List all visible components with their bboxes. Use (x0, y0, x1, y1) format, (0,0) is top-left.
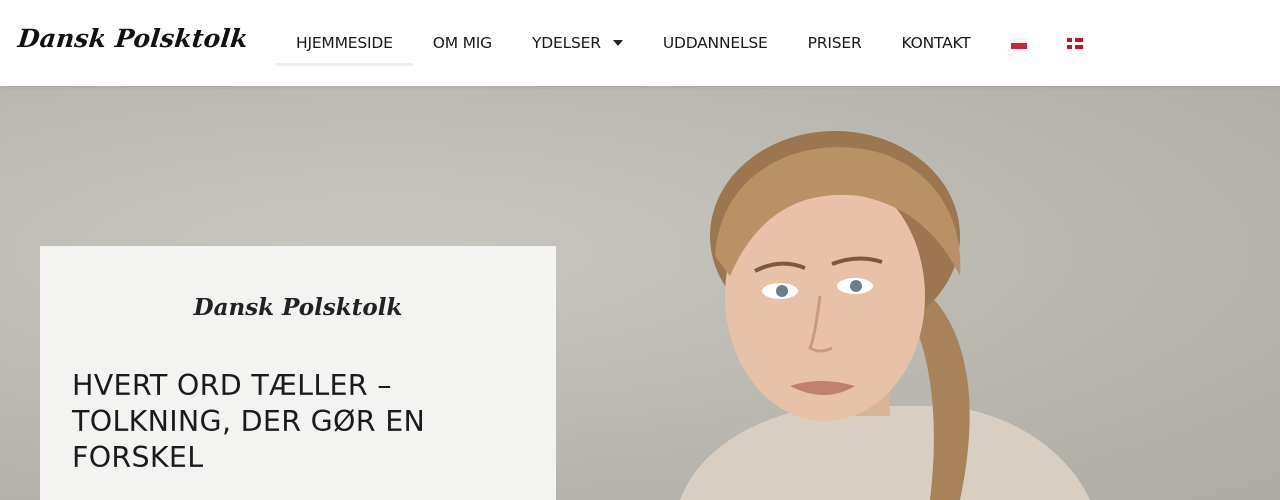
card-logo: Dansk Polsktolk (193, 294, 403, 321)
hero-section: Dansk Polsktolk HVERT ORD TÆLLER – TOLKN… (0, 86, 1280, 500)
chevron-down-icon[interactable] (612, 40, 623, 46)
hero-card: Dansk Polsktolk HVERT ORD TÆLLER – TOLKN… (40, 246, 556, 500)
nav-item-label: KONTAKT (901, 34, 971, 52)
nav-item-kontakt[interactable]: KONTAKT (882, 0, 991, 86)
nav-item-uddannelse[interactable]: UDDANNELSE (643, 0, 788, 86)
hero-title: HVERT ORD TÆLLER – TOLKNING, DER GØR EN … (72, 369, 426, 474)
nav-item-label: OM MIG (432, 34, 492, 52)
hero-portrait-photo (680, 131, 1090, 500)
nav-item-label: PRISER (807, 34, 862, 52)
nav-item-label: UDDANNELSE (662, 34, 768, 52)
nav-item-om-mig[interactable]: OM MIG (413, 0, 512, 86)
site-logo[interactable]: Dansk Polsktolk (16, 24, 249, 53)
nav-item-priser[interactable]: PRISER (788, 0, 882, 86)
site-header: Dansk Polsktolk HJEMMESIDE OM MIG YDELSE… (0, 0, 1280, 86)
nav-item-label: HJEMMESIDE (296, 34, 393, 52)
nav-item-ydelser[interactable]: YDELSER (512, 0, 643, 86)
danish-flag-icon[interactable] (1066, 37, 1083, 49)
main-nav: HJEMMESIDE OM MIG YDELSER UDDANNELSE PRI… (276, 0, 1103, 86)
polish-flag-icon[interactable] (1010, 37, 1027, 49)
nav-item-hjemmeside[interactable]: HJEMMESIDE (276, 0, 413, 86)
nav-item-label: YDELSER (531, 34, 601, 52)
